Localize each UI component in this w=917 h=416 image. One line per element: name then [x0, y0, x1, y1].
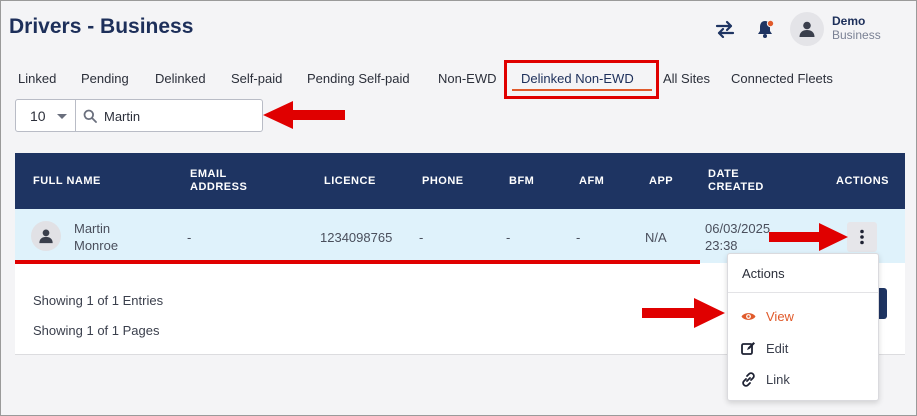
col-phone[interactable]: PHONE — [422, 175, 464, 188]
col-email-line2[interactable]: ADDRESS — [190, 181, 247, 194]
driver-app: N/A — [645, 230, 667, 245]
tab-delinked[interactable]: Delinked — [155, 71, 206, 86]
user-avatar-icon — [799, 21, 815, 37]
user-avatar-icon — [39, 229, 53, 244]
col-afm[interactable]: AFM — [579, 175, 604, 188]
tab-connected-fleets[interactable]: Connected Fleets — [731, 71, 833, 86]
annotation-underline — [15, 260, 700, 264]
annotation-arrow-search — [263, 101, 345, 129]
annotation-highlight-box — [504, 60, 659, 99]
user-avatar[interactable] — [790, 12, 824, 46]
col-date-line2[interactable]: CREATED — [708, 181, 764, 194]
tab-linked[interactable]: Linked — [18, 71, 56, 86]
entries-count: Showing 1 of 1 Entries — [33, 293, 164, 308]
search-icon — [83, 109, 97, 128]
actions-dropdown: Actions View Edit Link — [727, 253, 879, 401]
menu-item-edit-label: Edit — [766, 340, 789, 356]
link-icon — [740, 371, 756, 387]
col-actions: ACTIONS — [836, 175, 889, 187]
driver-avatar — [31, 221, 61, 251]
annotation-arrow-view — [642, 298, 725, 328]
col-date-line1[interactable]: DATE — [708, 168, 739, 181]
driver-time: 23:38 — [705, 238, 738, 253]
tab-all-sites[interactable]: All Sites — [663, 71, 710, 86]
actions-dropdown-title: Actions — [742, 266, 785, 281]
chevron-down-icon — [57, 114, 67, 119]
tab-pending-self-paid[interactable]: Pending Self-paid — [307, 71, 410, 86]
page-title: Drivers - Business — [9, 15, 194, 38]
driver-date: 06/03/2025 — [705, 221, 771, 236]
menu-item-view[interactable]: View — [740, 306, 794, 326]
user-role: Business — [832, 28, 881, 42]
bell-icon[interactable] — [754, 18, 776, 40]
col-email-line1[interactable]: EMAIL — [190, 168, 227, 181]
search-input[interactable] — [104, 106, 254, 126]
driver-phone: - — [419, 230, 424, 245]
tab-non-ewd[interactable]: Non-EWD — [438, 71, 497, 86]
pages-count: Showing 1 of 1 Pages — [33, 323, 160, 338]
edit-icon — [740, 340, 756, 356]
divider — [728, 292, 878, 293]
col-app[interactable]: APP — [649, 175, 673, 188]
driver-email: - — [187, 230, 192, 245]
search-box[interactable] — [76, 99, 263, 132]
driver-last-name[interactable]: Monroe — [74, 237, 118, 254]
menu-item-link[interactable]: Link — [740, 369, 790, 389]
driver-bfm: - — [506, 230, 511, 245]
table-header: FULL NAME EMAIL ADDRESS LICENCE PHONE BF… — [15, 153, 905, 209]
tab-self-paid[interactable]: Self-paid — [231, 71, 282, 86]
col-full-name[interactable]: FULL NAME — [33, 175, 101, 188]
swap-icon[interactable] — [714, 18, 736, 40]
row-actions-button[interactable] — [847, 222, 877, 252]
kebab-menu-icon — [860, 229, 864, 245]
col-licence[interactable]: LICENCE — [324, 175, 376, 188]
col-bfm[interactable]: BFM — [509, 175, 534, 188]
tab-pending[interactable]: Pending — [81, 71, 129, 86]
menu-item-view-label: View — [766, 308, 794, 324]
eye-icon — [740, 308, 756, 324]
page-size-select[interactable]: 10 — [15, 99, 76, 132]
driver-licence: 1234098765 — [320, 230, 393, 245]
user-name: Demo — [832, 14, 866, 28]
driver-afm: - — [576, 230, 581, 245]
app-window: Drivers - Business Demo Business Linked … — [0, 0, 917, 416]
driver-first-name[interactable]: Martin — [74, 220, 110, 237]
menu-item-link-label: Link — [766, 371, 790, 387]
page-size-value: 10 — [30, 108, 46, 124]
menu-item-edit[interactable]: Edit — [740, 338, 788, 358]
annotation-arrow-actions — [769, 223, 848, 251]
